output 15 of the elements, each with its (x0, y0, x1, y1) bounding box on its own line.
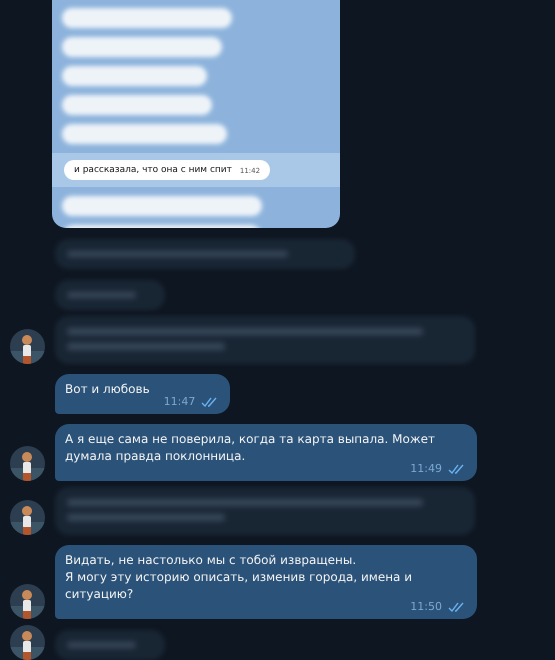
message-text: и рассказала, что она с ним спит (74, 165, 232, 175)
message-text: Вот и любовь (65, 382, 150, 396)
message-text: Видать, не настолько мы с тобой извращены. Я могу эту историю описать, изменив города, имена и ситуацию? (65, 553, 414, 601)
avatar[interactable] (10, 446, 45, 481)
message-text: А я еще сама не поверила, когда та карта выпала. Может думала правда поклонница. (65, 432, 436, 463)
avatar[interactable] (10, 500, 45, 535)
avatar[interactable] (10, 584, 45, 619)
avatar[interactable] (10, 329, 45, 364)
message-time: 11:47 (164, 394, 196, 410)
double-check-icon (448, 602, 465, 612)
double-check-icon (448, 464, 465, 474)
double-check-icon (201, 396, 218, 406)
avatar[interactable] (10, 625, 45, 660)
message-time: 11:50 (410, 599, 442, 615)
message-time: 11:49 (410, 461, 442, 477)
